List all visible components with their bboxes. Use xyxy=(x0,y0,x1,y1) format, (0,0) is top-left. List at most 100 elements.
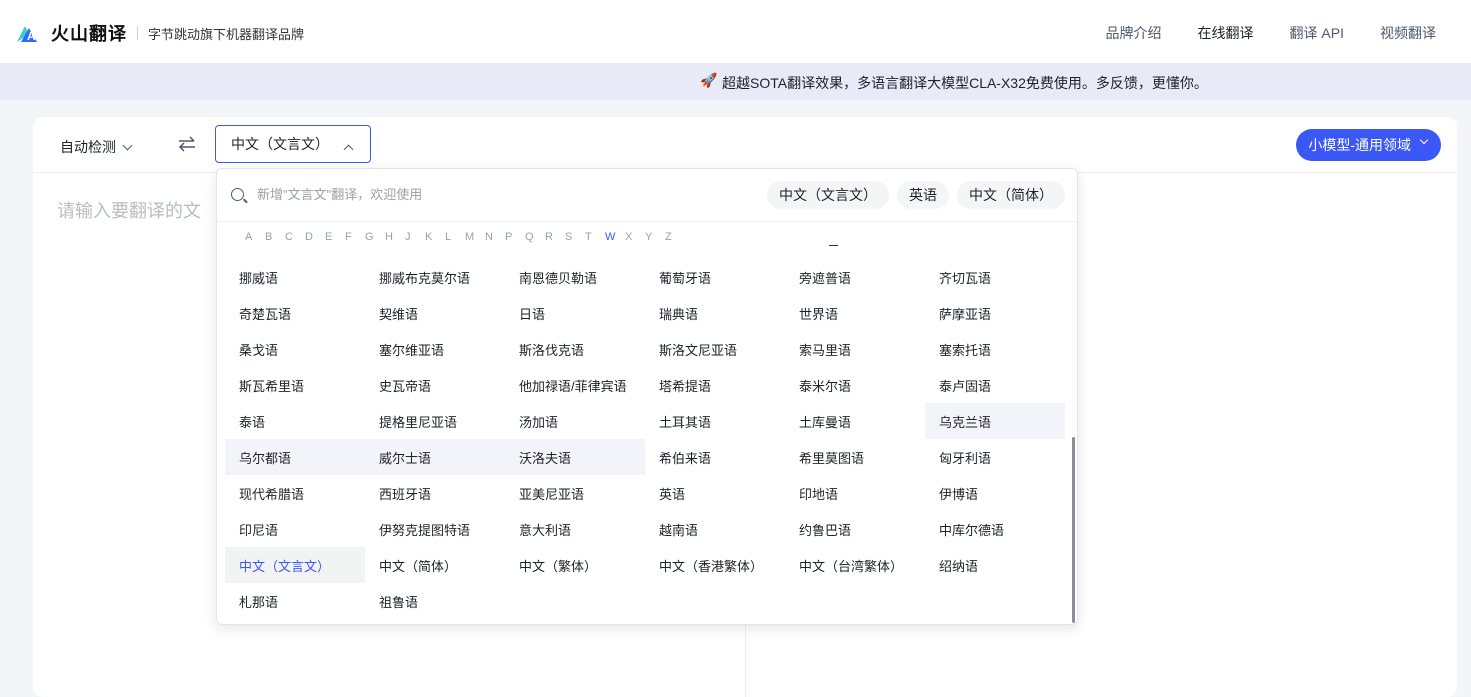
language-option[interactable]: 泰语 xyxy=(225,403,365,439)
language-option[interactable]: 中文（简体） xyxy=(365,547,505,583)
svg-text:A: A xyxy=(27,29,36,43)
language-option[interactable]: 汤加语 xyxy=(505,403,645,439)
language-option[interactable]: 斯洛伐克语 xyxy=(505,331,645,367)
swap-languages-icon[interactable] xyxy=(177,135,197,153)
source-language-select[interactable]: 自动检测 xyxy=(60,137,133,157)
language-option[interactable]: 塞索托语 xyxy=(925,331,1065,367)
language-option[interactable]: 挪威语 xyxy=(225,259,365,295)
section-divider xyxy=(829,245,838,246)
language-option[interactable]: 旁遮普语 xyxy=(785,259,925,295)
language-option[interactable]: 札那语 xyxy=(225,583,365,619)
alphabet-letter[interactable]: T xyxy=(585,231,605,243)
language-option[interactable]: 约鲁巴语 xyxy=(785,511,925,547)
alphabet-letter[interactable]: W xyxy=(605,231,625,243)
language-option[interactable]: 史瓦帝语 xyxy=(365,367,505,403)
target-language-select[interactable]: 中文（文言文） xyxy=(215,125,371,163)
language-option[interactable]: 齐切瓦语 xyxy=(925,259,1065,295)
alphabet-letter[interactable]: C xyxy=(285,231,305,243)
language-option[interactable]: 斯洛文尼亚语 xyxy=(645,331,785,367)
recent-language-chip[interactable]: 中文（简体） xyxy=(957,181,1065,209)
logo[interactable]: A 火山翻译 字节跳动旗下机器翻译品牌 xyxy=(15,20,304,46)
language-option[interactable]: 萨摩亚语 xyxy=(925,295,1065,331)
alphabet-letter[interactable]: G xyxy=(365,231,385,243)
alphabet-letter[interactable]: E xyxy=(325,231,345,243)
nav-brand-intro[interactable]: 品牌介绍 xyxy=(1106,23,1162,43)
alphabet-letter[interactable]: D xyxy=(305,231,325,243)
alphabet-letter[interactable]: K xyxy=(425,231,445,243)
alphabet-letter[interactable]: X xyxy=(625,231,645,243)
language-option[interactable]: 瑞典语 xyxy=(645,295,785,331)
alphabet-letter[interactable]: Y xyxy=(645,231,665,243)
alphabet-letter[interactable]: B xyxy=(265,231,285,243)
language-option[interactable]: 伊努克提图特语 xyxy=(365,511,505,547)
nav-translate-api[interactable]: 翻译 API xyxy=(1290,23,1344,43)
language-option[interactable]: 西班牙语 xyxy=(365,475,505,511)
language-option[interactable]: 印地语 xyxy=(785,475,925,511)
alphabet-letter[interactable]: P xyxy=(505,231,525,243)
language-option[interactable]: 意大利语 xyxy=(505,511,645,547)
language-option[interactable]: 南恩德贝勒语 xyxy=(505,259,645,295)
language-option[interactable]: 乌尔都语 xyxy=(225,439,365,475)
alphabet-letter[interactable]: S xyxy=(565,231,585,243)
language-option[interactable]: 中文（繁体） xyxy=(505,547,645,583)
language-search-input[interactable] xyxy=(255,186,739,203)
nav-online-translate[interactable]: 在线翻译 xyxy=(1198,23,1254,43)
language-option[interactable]: 世界语 xyxy=(785,295,925,331)
alphabet-letter[interactable]: Z xyxy=(665,231,685,243)
recent-language-chip[interactable]: 中文（文言文） xyxy=(767,181,889,209)
language-option[interactable]: 乌克兰语 xyxy=(925,403,1065,439)
language-option[interactable]: 中库尔德语 xyxy=(925,511,1065,547)
language-option[interactable]: 泰卢固语 xyxy=(925,367,1065,403)
language-option[interactable]: 希伯来语 xyxy=(645,439,785,475)
model-select-button[interactable]: 小模型-通用领域 xyxy=(1296,129,1441,161)
language-option[interactable]: 他加禄语/菲律宾语 xyxy=(505,367,645,403)
alphabet-letter[interactable]: N xyxy=(485,231,505,243)
logo-text: 火山翻译 xyxy=(51,24,127,44)
alphabet-letter[interactable]: F xyxy=(345,231,365,243)
source-language-label: 自动检测 xyxy=(60,139,116,155)
language-option[interactable]: 葡萄牙语 xyxy=(645,259,785,295)
language-option[interactable]: 沃洛夫语 xyxy=(505,439,645,475)
language-option[interactable]: 契维语 xyxy=(365,295,505,331)
language-option[interactable]: 索马里语 xyxy=(785,331,925,367)
language-option[interactable]: 奇楚瓦语 xyxy=(225,295,365,331)
alphabet-letter[interactable]: Q xyxy=(525,231,545,243)
language-option[interactable]: 中文（香港繁体） xyxy=(645,547,785,583)
nav-video-translate[interactable]: 视频翻译 xyxy=(1380,23,1436,43)
alphabet-letter[interactable]: R xyxy=(545,231,565,243)
model-button-label: 小模型-通用领域 xyxy=(1308,137,1411,153)
alphabet-letter[interactable]: A xyxy=(245,231,265,243)
language-option[interactable]: 绍纳语 xyxy=(925,547,1065,583)
language-option[interactable]: 中文（文言文） xyxy=(225,547,365,583)
language-option[interactable]: 中文（台湾繁体） xyxy=(785,547,925,583)
language-option[interactable]: 桑戈语 xyxy=(225,331,365,367)
language-option[interactable]: 印尼语 xyxy=(225,511,365,547)
language-option[interactable]: 希里莫图语 xyxy=(785,439,925,475)
language-option[interactable]: 威尔士语 xyxy=(365,439,505,475)
source-text-placeholder[interactable]: 请输入要翻译的文 xyxy=(57,197,201,223)
alphabet-letter[interactable]: L xyxy=(445,231,465,243)
language-option[interactable]: 祖鲁语 xyxy=(365,583,505,619)
language-option[interactable]: 越南语 xyxy=(645,511,785,547)
language-option[interactable]: 亚美尼亚语 xyxy=(505,475,645,511)
language-option[interactable]: 土库曼语 xyxy=(785,403,925,439)
target-language-label: 中文（文言文） xyxy=(231,136,329,152)
language-option[interactable]: 土耳其语 xyxy=(645,403,785,439)
language-option[interactable]: 提格里尼亚语 xyxy=(365,403,505,439)
language-option[interactable]: 泰米尔语 xyxy=(785,367,925,403)
language-option[interactable]: 斯瓦希里语 xyxy=(225,367,365,403)
alphabet-letter[interactable]: M xyxy=(465,231,485,243)
language-option[interactable]: 塔希提语 xyxy=(645,367,785,403)
language-option[interactable]: 伊博语 xyxy=(925,475,1065,511)
language-option[interactable]: 日语 xyxy=(505,295,645,331)
language-option[interactable]: 英语 xyxy=(645,475,785,511)
alphabet-letter[interactable]: J xyxy=(405,231,425,243)
recent-language-chip[interactable]: 英语 xyxy=(897,181,949,209)
language-option[interactable]: 塞尔维亚语 xyxy=(365,331,505,367)
dropdown-scrollbar[interactable] xyxy=(1072,437,1075,623)
announcement-banner[interactable]: 🚀 超越SOTA翻译效果，多语言翻译大模型CLA-X32免费使用。多反馈，更懂你… xyxy=(0,63,1471,100)
language-option[interactable]: 匈牙利语 xyxy=(925,439,1065,475)
language-option[interactable]: 现代希腊语 xyxy=(225,475,365,511)
alphabet-letter[interactable]: H xyxy=(385,231,405,243)
language-option[interactable]: 挪威布克莫尔语 xyxy=(365,259,505,295)
